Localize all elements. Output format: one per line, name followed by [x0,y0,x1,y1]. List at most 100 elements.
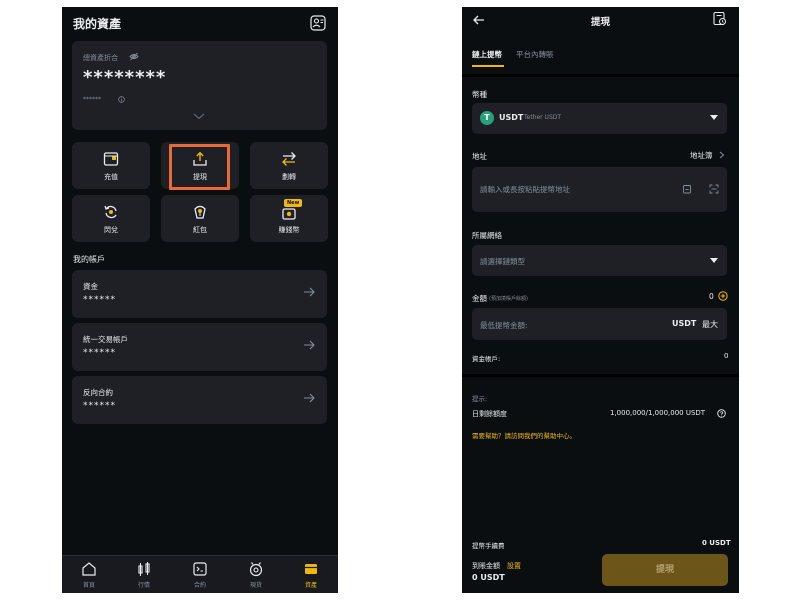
history-record-icon[interactable] [712,11,727,26]
clipboard-icon[interactable] [682,184,692,194]
asset-overview-card: 總資產折合 ******** ****** [72,41,327,130]
page-title: 提現 [590,17,610,28]
address-label: 地址 [472,152,487,161]
network-label: 所屬網絡 [472,231,502,240]
eye-hidden-icon[interactable] [129,52,139,61]
network-placeholder: 請選擇鏈類型 [480,257,525,266]
daily-limit-value: 1,000,000/1,000,000 USDT [610,409,706,417]
daily-limit-label: 日剩餘額度 [472,410,507,418]
market-icon [138,562,150,576]
network-select[interactable]: 請選擇鏈類型 [472,245,727,276]
transfer-label: 劃轉 [282,173,296,181]
deposit-icon [103,152,119,166]
usdt-coin-icon: T [480,111,494,125]
bottom-nav: 首頁 行情 合約 現貨 資產 [62,555,338,593]
page-title: 我的資產 [73,17,122,31]
transfer-icon [282,152,296,166]
funding-account-label: 資金帳戶: [472,355,501,363]
caret-down-icon [710,115,718,120]
account-value: ****** [83,348,116,358]
tips-label: 提示: [472,395,488,403]
total-assets-label: 總資產折合 [83,54,118,62]
fee-label: 提幣手續費 [472,542,505,550]
nav-label: 首頁 [82,582,95,589]
receive-value: 0 USDT [472,573,505,582]
address-input[interactable]: 請輸入或長按粘貼提幣地址 [472,167,727,212]
receive-label: 到賬金額 [472,562,500,570]
red-packet-button[interactable]: 紅包 [161,195,239,242]
nav-futures[interactable]: 合約 [180,561,220,589]
account-name: 資金 [83,282,98,291]
coin-symbol: USDT [499,113,524,122]
chevron-down-icon[interactable] [193,113,205,120]
info-icon[interactable] [118,96,125,103]
nav-spot[interactable]: 現貨 [236,561,276,589]
account-funding[interactable]: 資金 ****** [72,270,327,318]
withdraw-submit-button[interactable]: 提現 [602,554,728,586]
nav-label: 現貨 [249,582,262,589]
nav-home[interactable]: 首頁 [69,561,109,589]
funding-account-value: 0 [724,352,729,360]
red-packet-label: 紅包 [193,226,207,234]
assets-screen: 我的資產 總資產折合 ******** ****** 充值 提現 劃轉 閃兌 紅… [62,7,338,593]
coin-select[interactable]: T USDT Tether USDT [472,103,727,134]
help-center-link[interactable]: 需要幫助？請訪問我們的幫助中心。 [472,430,576,440]
arrow-right-icon [304,287,315,297]
assets-icon [305,564,317,574]
caret-down-icon [710,258,718,263]
convert-button[interactable]: 閃兌 [72,195,150,242]
max-button[interactable]: 最大 [702,319,718,330]
new-badge: New [284,199,303,207]
nav-label: 行情 [137,582,150,589]
chevron-right-icon [719,151,725,159]
add-funds-icon[interactable] [718,291,728,301]
earn-button[interactable]: New 賺錢幣 [250,195,328,242]
active-tab-indicator [472,65,504,67]
account-name: 統一交易帳戶 [83,335,128,344]
coin-name: Tether USDT [524,114,562,121]
help-icon[interactable] [717,409,726,418]
home-icon [82,562,96,576]
user-settings-icon[interactable] [310,15,326,31]
amount-hint: (預加境賬戶餘額) [489,296,528,302]
address-placeholder: 請輸入或長按粘貼提幣地址 [480,185,570,194]
earn-label: 賺錢幣 [278,226,300,234]
deposit-button[interactable]: 充值 [72,142,150,189]
total-assets-value: ******** [83,67,167,88]
amount-label: 金額 [472,294,487,303]
deposit-label: 充值 [104,173,118,181]
divider [462,374,739,377]
red-packet-icon [194,205,206,219]
account-unified-trading[interactable]: 統一交易帳戶 ****** [72,323,327,371]
amount-input[interactable]: 最低提幣金額: USDT 最大 [472,308,727,340]
futures-icon [193,562,207,576]
spot-icon [249,562,263,577]
nav-label: 合約 [193,582,206,589]
transfer-button[interactable]: 劃轉 [250,142,328,189]
account-value: ****** [83,295,116,305]
withdraw-screen: 提現 鏈上提幣 平台內轉賬 幣種 T USDT Tether USDT 地址 地… [462,7,739,593]
amount-unit: USDT [672,319,697,328]
receive-settings-link[interactable]: 設置 [507,561,521,571]
withdraw-highlight-box [169,144,230,190]
tab-onchain-withdraw[interactable]: 鏈上提幣 [472,49,502,60]
account-value: ****** [83,401,116,411]
nav-label: 資產 [304,582,317,589]
account-inverse-contract[interactable]: 反向合約 ****** [72,376,327,424]
fee-value: 0 USDT [702,539,731,547]
address-book-link[interactable]: 地址簿 [690,150,713,161]
coin-label: 幣種 [472,90,487,99]
scan-qr-icon[interactable] [709,184,719,194]
nav-assets[interactable]: 資產 [291,561,331,589]
convert-icon [104,205,117,219]
divider [462,74,739,77]
arrow-right-icon [304,393,315,403]
amount-balance: 0 [709,292,714,301]
account-name: 反向合約 [83,388,113,397]
arrow-right-icon [304,340,315,350]
total-assets-sub: ****** [83,96,101,103]
amount-placeholder: 最低提幣金額: [480,321,528,330]
accounts-title: 我的帳戶 [73,255,105,264]
nav-market[interactable]: 行情 [124,561,164,589]
tab-internal-transfer[interactable]: 平台內轉賬 [516,49,554,60]
